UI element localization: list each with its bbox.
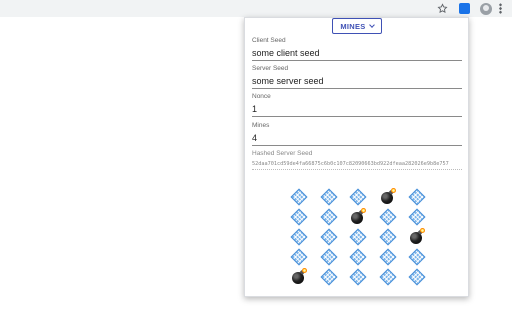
hashed-server-seed-field: Hashed Server Seed 52daa701cd59de4fa6687… (252, 150, 462, 170)
board-tile[interactable] (348, 247, 368, 267)
board-tile[interactable] (348, 207, 368, 227)
board-tile[interactable] (319, 247, 339, 267)
board-tile[interactable] (407, 187, 427, 207)
board-tile[interactable] (348, 267, 368, 287)
chevron-down-icon (368, 22, 375, 28)
extension-popup: MINES Client Seed some client seed Serve… (244, 17, 469, 297)
more-menu-icon[interactable] (495, 2, 505, 15)
board-tile[interactable] (319, 207, 339, 227)
gem-icon (408, 248, 426, 266)
gem-icon (290, 208, 308, 226)
star-icon[interactable] (436, 2, 449, 15)
bomb-icon (351, 208, 366, 224)
board-tile[interactable] (378, 247, 398, 267)
gem-icon (349, 188, 367, 206)
bomb-icon (380, 188, 396, 204)
board-tile[interactable] (348, 227, 368, 247)
client-seed-field[interactable]: Client Seed some client seed (252, 37, 462, 61)
client-seed-input[interactable]: some client seed (252, 47, 462, 60)
gem-icon (290, 248, 308, 266)
game-selector-label: MINES (340, 21, 366, 31)
board-tile[interactable] (319, 267, 339, 287)
gem-icon (290, 188, 308, 206)
board-tile[interactable] (407, 247, 427, 267)
board-tile[interactable] (348, 187, 368, 207)
board-tile[interactable] (378, 187, 398, 207)
game-selector-button[interactable]: MINES (332, 18, 382, 34)
gem-icon (349, 248, 367, 266)
gem-icon (379, 268, 396, 286)
board-tile[interactable] (319, 227, 339, 247)
server-seed-label: Server Seed (252, 65, 289, 72)
gem-icon (379, 248, 396, 266)
gem-icon (320, 228, 337, 246)
gem-icon (349, 268, 367, 286)
client-seed-label: Client Seed (252, 37, 286, 44)
board-tile[interactable] (319, 187, 339, 207)
board-tile[interactable] (407, 207, 427, 227)
board-tile[interactable] (378, 267, 398, 287)
board-tile[interactable] (289, 187, 309, 207)
gem-icon (408, 188, 426, 206)
board-tile[interactable] (289, 267, 309, 287)
board-tile[interactable] (289, 227, 309, 247)
nonce-input[interactable]: 1 (252, 103, 462, 116)
board-tile[interactable] (378, 207, 398, 227)
gem-icon (379, 208, 396, 226)
gem-icon (408, 268, 426, 286)
board-tile[interactable] (289, 247, 309, 267)
bomb-icon (292, 268, 307, 284)
gem-icon (320, 268, 337, 286)
gem-icon (349, 228, 367, 246)
board-tile[interactable] (407, 227, 427, 247)
server-seed-input[interactable]: some server seed (252, 75, 462, 88)
gem-icon (320, 248, 337, 266)
extension-icon[interactable] (458, 2, 471, 15)
board-tile[interactable] (407, 267, 427, 287)
gem-icon (379, 228, 396, 246)
board-tile[interactable] (289, 207, 309, 227)
mines-label: Mines (252, 122, 270, 129)
board-tile[interactable] (378, 227, 398, 247)
mines-input[interactable]: 4 (252, 132, 462, 145)
server-seed-field[interactable]: Server Seed some server seed (252, 65, 462, 89)
mines-board (289, 187, 427, 287)
gem-icon (320, 188, 337, 206)
hashed-server-seed-label: Hashed Server Seed (252, 150, 313, 157)
nonce-label: Nonce (252, 93, 271, 100)
hashed-server-seed-value: 52daa701cd59de4fa66875c6b0c107c82090663b… (252, 161, 449, 167)
gem-icon (320, 208, 337, 226)
mines-field[interactable]: Mines 4 (252, 122, 462, 146)
profile-avatar-icon[interactable] (479, 2, 492, 15)
nonce-field[interactable]: Nonce 1 (252, 93, 462, 117)
bomb-icon (410, 228, 425, 244)
gem-icon (408, 208, 426, 226)
browser-toolbar (0, 0, 512, 17)
gem-icon (290, 228, 308, 246)
